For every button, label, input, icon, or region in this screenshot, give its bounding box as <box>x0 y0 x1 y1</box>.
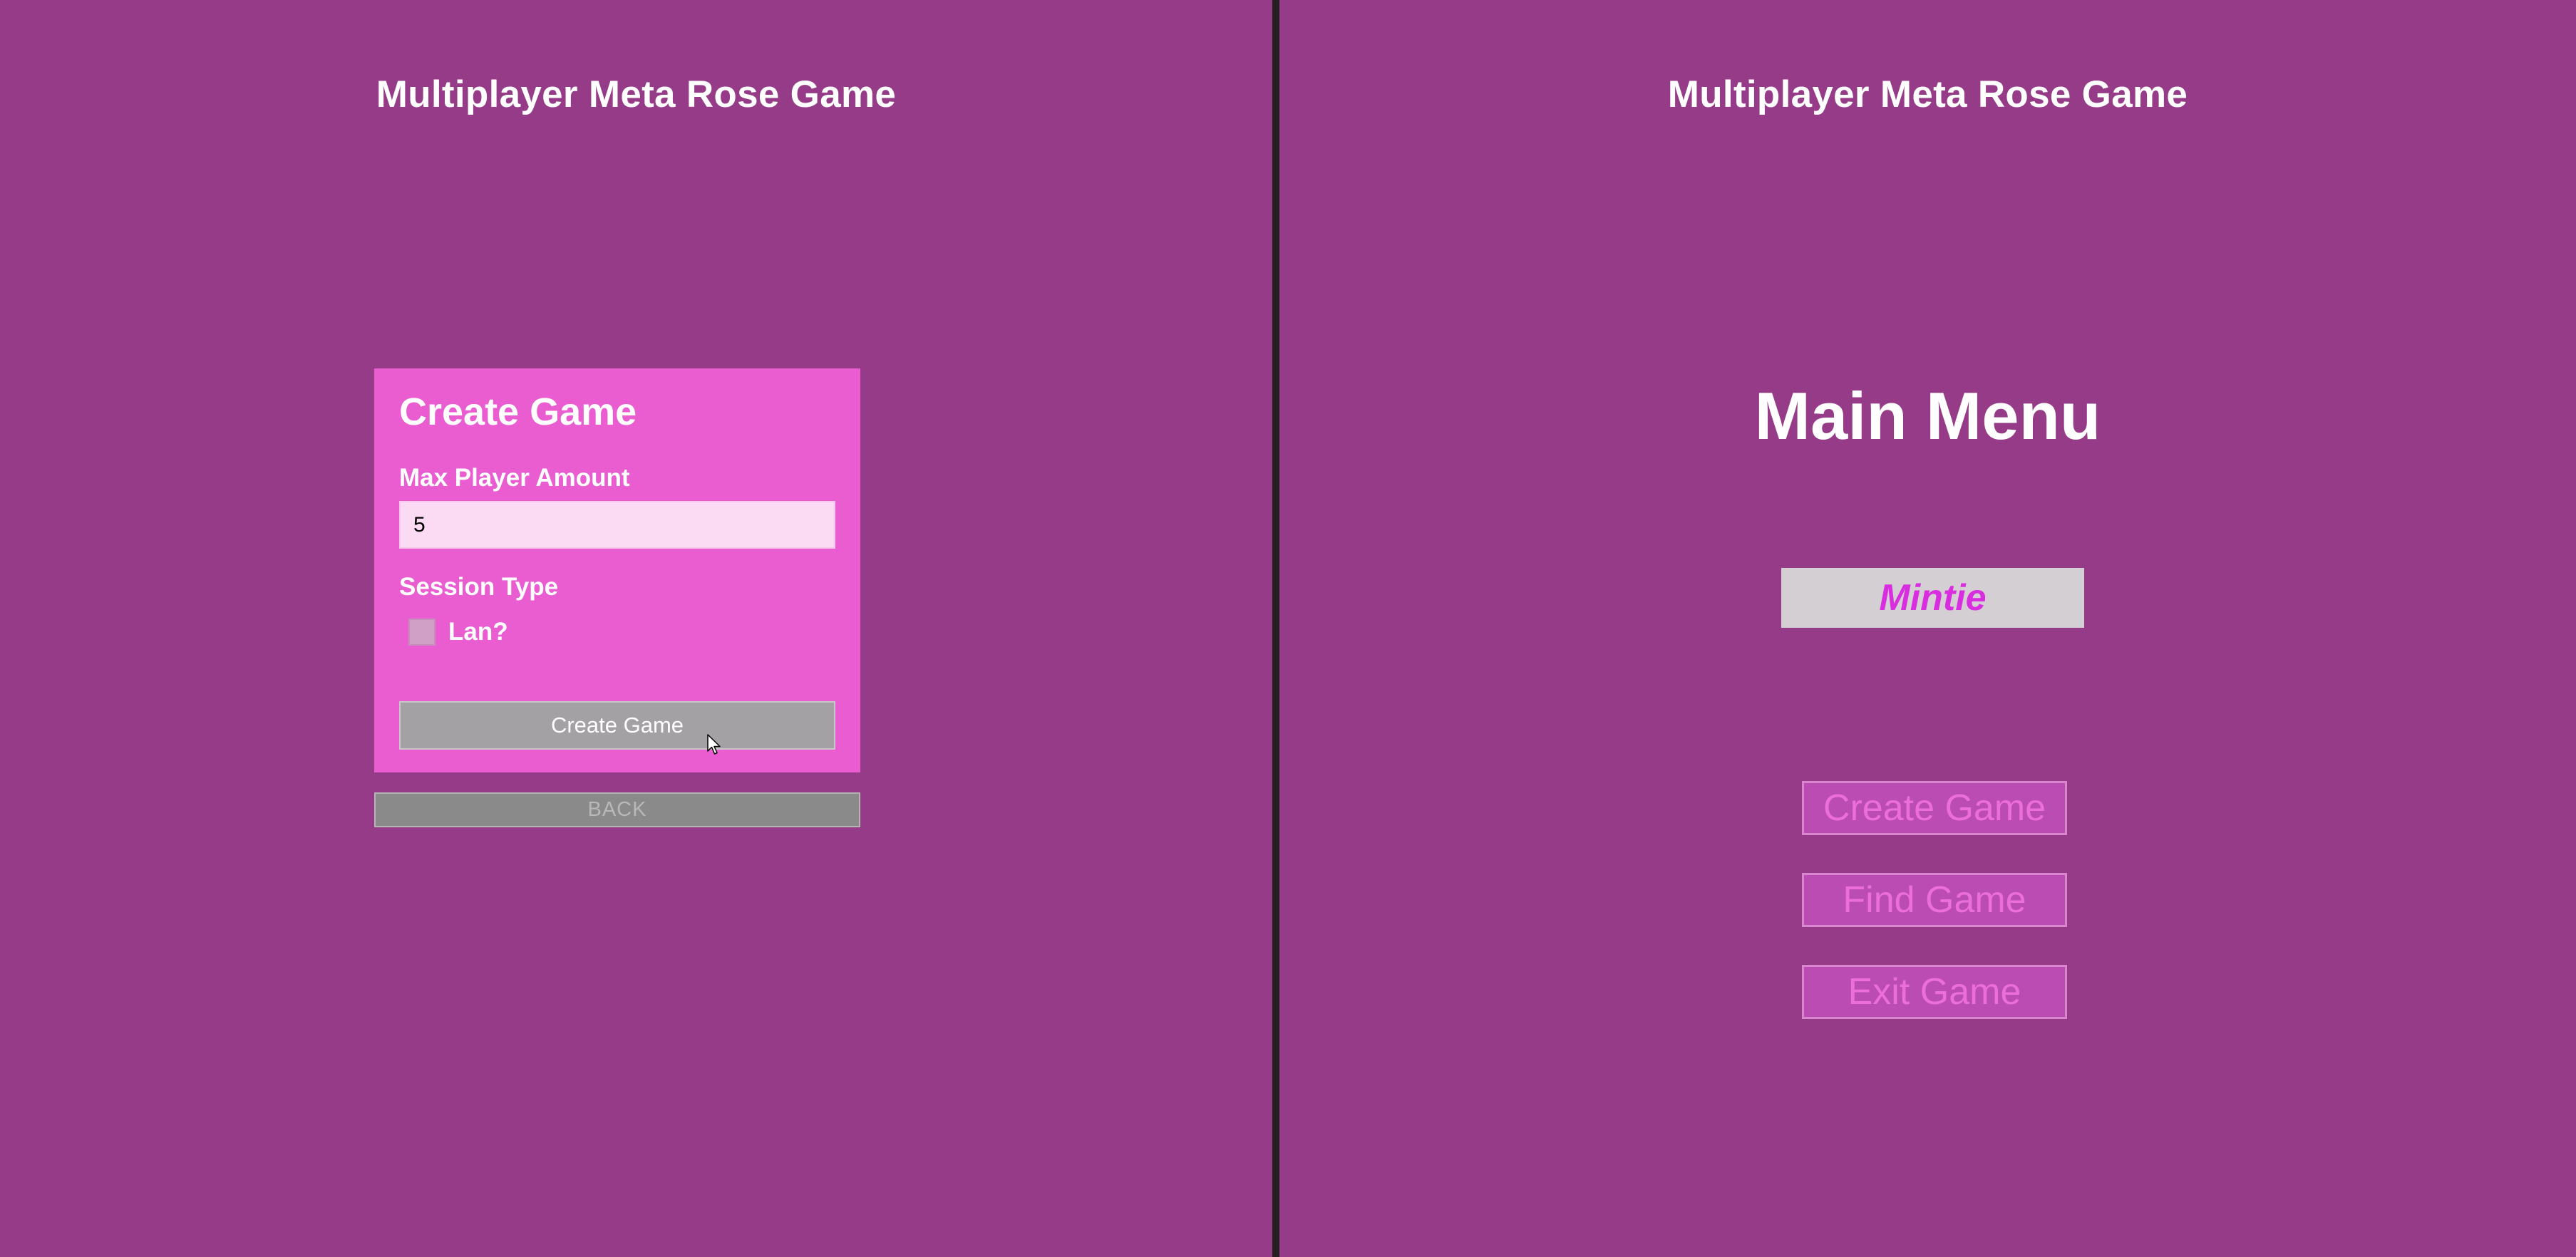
game-title: Multiplayer Meta Rose Game <box>1667 73 2188 115</box>
screen-divider <box>1272 0 1279 1257</box>
create-game-button[interactable]: Create Game <box>399 701 835 750</box>
lan-label: Lan? <box>448 618 508 646</box>
left-player-view: Multiplayer Meta Rose Game Create Game M… <box>0 0 1272 1257</box>
right-player-view: Multiplayer Meta Rose Game Main Menu Min… <box>1279 0 2576 1257</box>
split-screen: Multiplayer Meta Rose Game Create Game M… <box>0 0 2576 1257</box>
back-button[interactable]: BACK <box>374 792 860 827</box>
session-type-label: Session Type <box>399 573 559 601</box>
max-player-input[interactable] <box>399 501 835 549</box>
lan-checkbox[interactable] <box>408 619 436 646</box>
main-menu-heading: Main Menu <box>1754 378 2101 453</box>
find-game-button[interactable]: Find Game <box>1802 873 2067 927</box>
create-game-button[interactable]: Create Game <box>1802 781 2067 835</box>
exit-game-button[interactable]: Exit Game <box>1802 965 2067 1019</box>
create-game-panel: Create Game Max Player Amount Session Ty… <box>374 368 860 772</box>
player-name-label: Mintie <box>1781 568 2084 628</box>
panel-heading: Create Game <box>399 390 637 433</box>
mouse-cursor-icon <box>707 734 721 755</box>
lan-option[interactable]: Lan? <box>408 618 508 646</box>
game-title: Multiplayer Meta Rose Game <box>376 73 897 115</box>
max-player-label: Max Player Amount <box>399 464 630 492</box>
